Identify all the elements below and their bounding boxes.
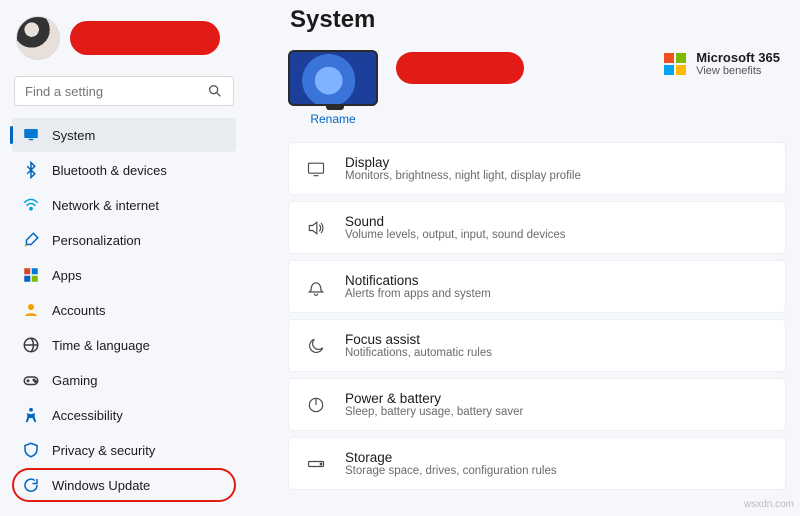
clock-globe-icon	[22, 336, 40, 354]
wifi-icon	[22, 196, 40, 214]
sidebar-item-label: Accessibility	[52, 408, 123, 423]
bell-icon	[305, 277, 327, 297]
settings-item-notifications[interactable]: NotificationsAlerts from apps and system	[288, 260, 786, 313]
card-sub: Sleep, battery usage, battery saver	[345, 406, 523, 418]
sidebar-item-apps[interactable]: Apps	[12, 258, 236, 292]
card-sub: Alerts from apps and system	[345, 288, 491, 300]
sidebar-item-label: Privacy & security	[52, 443, 155, 458]
card-sub: Monitors, brightness, night light, displ…	[345, 170, 581, 182]
sidebar-item-label: Personalization	[52, 233, 141, 248]
sidebar-item-label: Time & language	[52, 338, 150, 353]
watermark: wsxdn.com	[744, 499, 794, 510]
main-panel: System Rename Microsoft 365 View benefit…	[248, 0, 800, 516]
sidebar-item-label: Apps	[52, 268, 82, 283]
page-title: System	[290, 6, 786, 34]
sidebar-item-label: Accounts	[52, 303, 105, 318]
moon-icon	[305, 336, 327, 356]
card-sub: Notifications, automatic rules	[345, 347, 492, 359]
settings-item-display[interactable]: DisplayMonitors, brightness, night light…	[288, 142, 786, 195]
microsoft-365-promo[interactable]: Microsoft 365 View benefits	[664, 50, 780, 77]
sidebar-item-personalization[interactable]: Personalization	[12, 223, 236, 257]
display-icon	[305, 159, 327, 179]
power-icon	[305, 395, 327, 415]
sidebar-nav: System Bluetooth & devices Network & int…	[12, 118, 236, 502]
sidebar-item-gaming[interactable]: Gaming	[12, 363, 236, 397]
sidebar: System Bluetooth & devices Network & int…	[0, 0, 248, 516]
sidebar-item-label: Bluetooth & devices	[52, 163, 167, 178]
sidebar-item-time-language[interactable]: Time & language	[12, 328, 236, 362]
sidebar-item-system[interactable]: System	[12, 118, 236, 152]
settings-item-power[interactable]: Power & batterySleep, battery usage, bat…	[288, 378, 786, 431]
device-block: Rename	[288, 50, 524, 126]
sidebar-item-label: Gaming	[52, 373, 98, 388]
settings-item-focus-assist[interactable]: Focus assistNotifications, automatic rul…	[288, 319, 786, 372]
promo-title: Microsoft 365	[696, 50, 780, 65]
sidebar-item-privacy[interactable]: Privacy & security	[12, 433, 236, 467]
search-icon	[207, 83, 223, 99]
gamepad-icon	[22, 371, 40, 389]
person-icon	[22, 301, 40, 319]
storage-icon	[305, 454, 327, 474]
sound-icon	[305, 218, 327, 238]
card-title: Focus assist	[345, 332, 492, 347]
avatar[interactable]	[16, 16, 60, 60]
shield-icon	[22, 441, 40, 459]
system-header: Rename Microsoft 365 View benefits	[288, 50, 786, 126]
sidebar-item-network[interactable]: Network & internet	[12, 188, 236, 222]
monitor-icon	[22, 126, 40, 144]
sidebar-item-accounts[interactable]: Accounts	[12, 293, 236, 327]
search-input[interactable]	[25, 84, 205, 99]
card-title: Notifications	[345, 273, 491, 288]
update-icon	[22, 476, 40, 494]
sidebar-item-label: System	[52, 128, 95, 143]
profile-header[interactable]	[12, 10, 236, 70]
card-title: Display	[345, 155, 581, 170]
card-title: Power & battery	[345, 391, 523, 406]
settings-list: DisplayMonitors, brightness, night light…	[288, 142, 786, 490]
accessibility-icon	[22, 406, 40, 424]
promo-sub: View benefits	[696, 65, 780, 77]
profile-name-redacted	[70, 21, 220, 55]
settings-item-sound[interactable]: SoundVolume levels, output, input, sound…	[288, 201, 786, 254]
card-title: Storage	[345, 450, 557, 465]
card-sub: Storage space, drives, configuration rul…	[345, 465, 557, 477]
device-thumb	[288, 50, 378, 106]
bluetooth-icon	[22, 161, 40, 179]
rename-link[interactable]: Rename	[288, 112, 378, 126]
brush-icon	[22, 231, 40, 249]
microsoft-logo-icon	[664, 53, 686, 75]
settings-item-storage[interactable]: StorageStorage space, drives, configurat…	[288, 437, 786, 490]
device-name-redacted	[396, 52, 524, 84]
card-sub: Volume levels, output, input, sound devi…	[345, 229, 566, 241]
sidebar-item-accessibility[interactable]: Accessibility	[12, 398, 236, 432]
search-box[interactable]	[14, 76, 234, 106]
sidebar-item-windows-update[interactable]: Windows Update	[12, 468, 236, 502]
sidebar-item-bluetooth[interactable]: Bluetooth & devices	[12, 153, 236, 187]
sidebar-item-label: Network & internet	[52, 198, 159, 213]
card-title: Sound	[345, 214, 566, 229]
sidebar-item-label: Windows Update	[52, 478, 150, 493]
apps-icon	[22, 266, 40, 284]
